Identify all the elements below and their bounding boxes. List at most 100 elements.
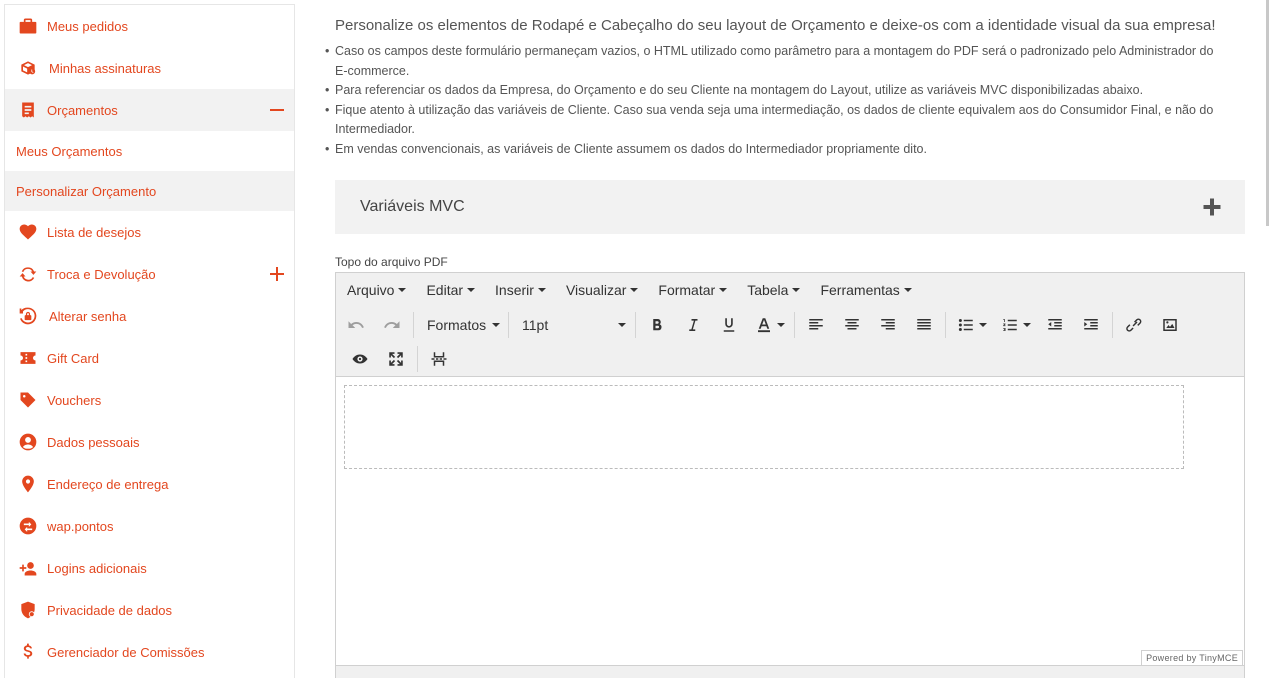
formats-dropdown[interactable]: Formatos	[417, 311, 505, 339]
editor-toolbar: Formatos 11pt	[336, 307, 1244, 377]
preview-button[interactable]	[342, 345, 378, 373]
sidebar-item-troca-e-devolucao[interactable]: Troca e Devolução	[5, 253, 294, 295]
sidebar-subitem-personalizar-orcamento[interactable]: Personalizar Orçamento	[5, 171, 294, 211]
align-justify-icon	[917, 319, 931, 330]
sidebar-item-label: Lista de desejos	[47, 224, 141, 240]
page-break-button[interactable]	[421, 345, 457, 373]
sidebar-item-wap-pontos[interactable]: wap.pontos	[5, 505, 294, 547]
sidebar-item-dados-pessoais[interactable]: Dados pessoais	[5, 421, 294, 463]
caret-down-icon	[467, 288, 476, 292]
undo-icon	[348, 321, 364, 328]
fullscreen-icon	[389, 352, 403, 366]
bullet-list-button[interactable]	[949, 311, 993, 339]
menu-visualizar[interactable]: Visualizar	[556, 273, 648, 307]
align-right-button[interactable]	[870, 311, 906, 339]
briefcase-icon	[18, 16, 38, 36]
shield-user-icon	[18, 600, 38, 620]
editor-statusbar	[336, 665, 1244, 678]
outdent-icon	[1048, 319, 1062, 330]
mvc-variables-accordion[interactable]: Variáveis MVC	[335, 180, 1245, 234]
link-icon	[1126, 318, 1142, 332]
sidebar-item-label: wap.pontos	[47, 518, 114, 534]
caret-down-icon	[398, 288, 407, 292]
insert-image-button[interactable]	[1152, 311, 1188, 339]
bold-button[interactable]	[639, 311, 675, 339]
list-item: Fique atento à utilização das variáveis …	[325, 101, 1225, 140]
heart-icon	[18, 222, 38, 242]
caret-down-icon	[777, 323, 785, 327]
toolbar-separator	[635, 312, 636, 338]
sidebar-item-minhas-assinaturas[interactable]: Minhas assinaturas	[5, 47, 294, 89]
user-icon	[18, 432, 38, 452]
indent-icon	[1084, 319, 1098, 330]
list-item: Para referenciar os dados da Empresa, do…	[325, 81, 1225, 101]
numbered-list-button[interactable]	[993, 311, 1037, 339]
caret-down-icon	[618, 323, 626, 327]
editable-block[interactable]	[344, 385, 1184, 469]
align-left-icon	[809, 319, 823, 330]
caret-down-icon	[979, 323, 987, 327]
collapse-minus-icon[interactable]	[270, 103, 284, 117]
menu-label: Formatar	[658, 282, 716, 298]
expand-plus-icon[interactable]	[270, 267, 284, 281]
redo-button[interactable]	[374, 311, 410, 339]
align-left-button[interactable]	[798, 311, 834, 339]
receipt-icon	[18, 100, 38, 120]
menu-tabela[interactable]: Tabela	[737, 273, 810, 307]
text-color-button[interactable]	[747, 311, 791, 339]
sidebar-item-orcamentos[interactable]: Orçamentos	[5, 89, 294, 131]
sidebar-item-vouchers[interactable]: Vouchers	[5, 379, 294, 421]
sidebar-item-label: Gift Card	[47, 350, 100, 366]
list-item: Em vendas convencionais, as variáveis de…	[325, 140, 1225, 160]
font-size-dropdown[interactable]: 11pt	[512, 311, 632, 339]
align-center-button[interactable]	[834, 311, 870, 339]
sidebar-item-endereco-de-entrega[interactable]: Endereço de entrega	[5, 463, 294, 505]
sidebar-item-privacidade-de-dados[interactable]: Privacidade de dados	[5, 589, 294, 631]
font-size-value: 11pt	[522, 317, 549, 333]
italic-button[interactable]	[675, 311, 711, 339]
outdent-button[interactable]	[1037, 311, 1073, 339]
pdf-header-label: Topo do arquivo PDF	[335, 255, 448, 269]
image-icon	[1163, 319, 1177, 331]
sidebar-item-label: Alterar senha	[49, 308, 127, 324]
sidebar-item-meus-pedidos[interactable]: Meus pedidos	[5, 5, 294, 47]
sidebar-item-label: Privacidade de dados	[47, 602, 173, 618]
plus-icon[interactable]	[1202, 197, 1222, 217]
caret-down-icon	[537, 288, 546, 292]
sidebar-item-label: Vouchers	[47, 392, 102, 408]
insert-link-button[interactable]	[1116, 311, 1152, 339]
sidebar-item-label: Endereço de entrega	[47, 476, 169, 492]
sidebar-item-logins-adicionais[interactable]: Logins adicionais	[5, 547, 294, 589]
undo-button[interactable]	[338, 311, 374, 339]
underline-button[interactable]	[711, 311, 747, 339]
sidebar-item-alterar-senha[interactable]: Alterar senha	[5, 295, 294, 337]
bold-icon	[653, 319, 662, 331]
indent-button[interactable]	[1073, 311, 1109, 339]
menu-formatar[interactable]: Formatar	[648, 273, 737, 307]
toolbar-separator	[945, 312, 946, 338]
menu-arquivo[interactable]: Arquivo	[337, 273, 416, 307]
caret-down-icon	[903, 288, 912, 292]
menu-label: Editar	[426, 282, 464, 298]
menu-ferramentas[interactable]: Ferramentas	[810, 273, 921, 307]
align-justify-button[interactable]	[906, 311, 942, 339]
caret-down-icon	[719, 288, 728, 292]
align-right-icon	[881, 319, 895, 330]
sidebar-item-gift-card[interactable]: Gift Card	[5, 337, 294, 379]
menu-inserir[interactable]: Inserir	[485, 273, 556, 307]
sidebar-item-label: Meus pedidos	[47, 18, 128, 34]
underline-icon	[723, 318, 735, 332]
toolbar-separator	[417, 346, 418, 372]
sidebar-subitem-meus-orcamentos[interactable]: Meus Orçamentos	[5, 131, 294, 171]
exchange-icon	[18, 264, 38, 284]
toolbar-separator	[508, 312, 509, 338]
sidebar-item-gerenciador-de-comissoes[interactable]: Gerenciador de Comissões	[5, 631, 294, 673]
page-break-icon	[431, 352, 447, 366]
caret-down-icon	[1023, 323, 1031, 327]
powered-by-tinymce[interactable]: Powered by TinyMCE	[1141, 650, 1243, 666]
menu-label: Tabela	[747, 282, 789, 298]
menu-editar[interactable]: Editar	[416, 273, 485, 307]
sidebar-item-lista-de-desejos[interactable]: Lista de desejos	[5, 211, 294, 253]
fullscreen-button[interactable]	[378, 345, 414, 373]
editor-content-area[interactable]	[336, 378, 1244, 665]
